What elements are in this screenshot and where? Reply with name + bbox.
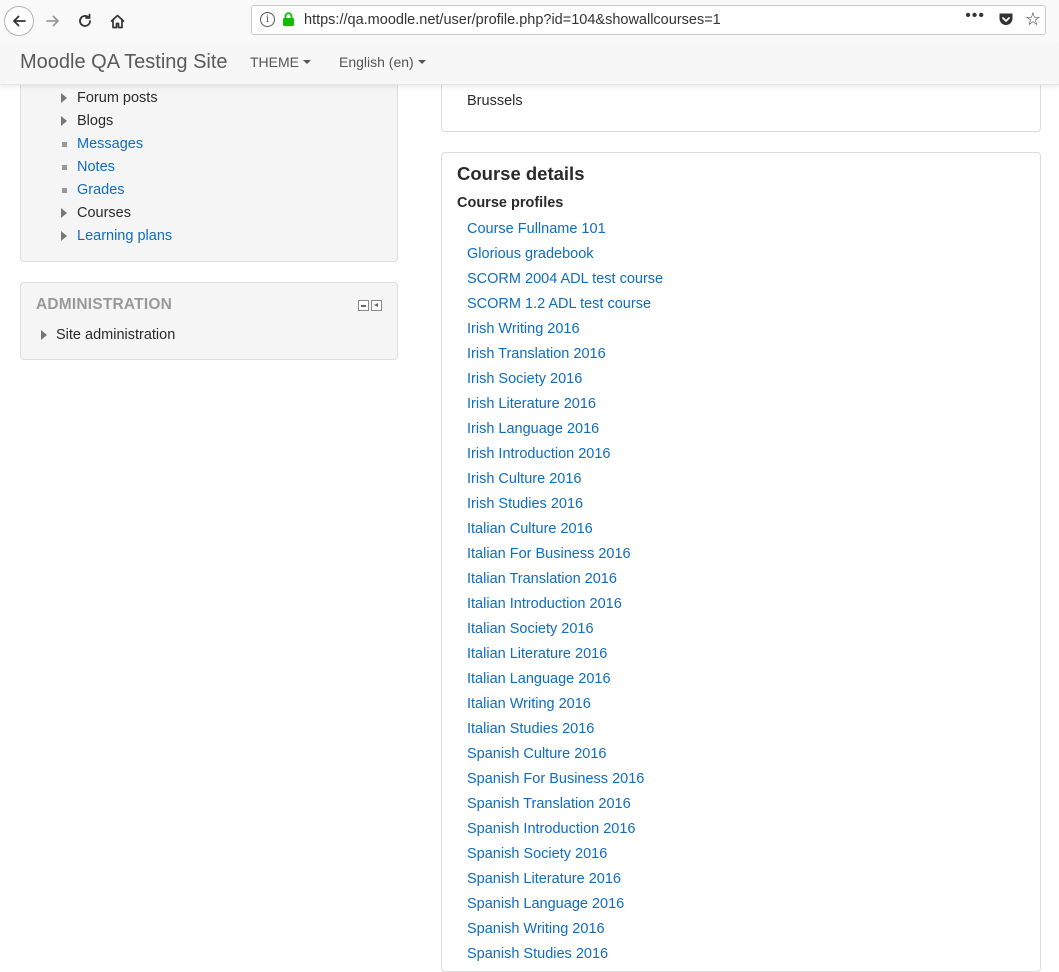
site-name-link[interactable]: Moodle QA Testing Site	[20, 51, 228, 74]
course-link[interactable]: SCORM 1.2 ADL test course	[467, 294, 663, 319]
course-link[interactable]: Spanish Literature 2016	[467, 869, 663, 894]
course-link[interactable]: Spanish For Business 2016	[467, 769, 663, 794]
caret-down-icon	[303, 59, 311, 64]
site-navbar: Moodle QA Testing Site THEME English (en…	[0, 42, 1059, 85]
pocket-icon[interactable]	[998, 12, 1014, 32]
administration-block: ADMINISTRATION Site administration	[20, 282, 398, 360]
caret-down-icon	[417, 59, 426, 64]
course-link[interactable]: Italian For Business 2016	[467, 544, 663, 569]
course-link[interactable]: Spanish Society 2016	[467, 844, 663, 869]
course-details-card: Course details Course profiles Course Fu…	[441, 152, 1041, 972]
nav-item-learning-plans[interactable]: Learning plans	[61, 226, 173, 246]
course-link[interactable]: SCORM 2004 ADL test course	[467, 269, 663, 294]
course-link[interactable]: Spanish Writing 2016	[467, 919, 663, 944]
nav-item-label: Learning plans	[77, 228, 173, 244]
course-link[interactable]: Italian Literature 2016	[467, 644, 663, 669]
course-link[interactable]: Irish Literature 2016	[467, 394, 663, 419]
reload-icon	[79, 13, 91, 27]
language-dropdown-label: English (en)	[339, 54, 414, 70]
expand-triangle-icon	[61, 208, 67, 218]
course-link[interactable]: Irish Society 2016	[467, 369, 663, 394]
home-icon	[109, 14, 125, 28]
nav-item-forum-posts[interactable]: Forum posts	[61, 88, 158, 108]
course-link[interactable]: Spanish Culture 2016	[467, 744, 663, 769]
language-dropdown[interactable]: English (en)	[339, 54, 426, 70]
site-administration-item[interactable]: Site administration	[41, 327, 175, 343]
back-button[interactable]	[4, 6, 34, 36]
course-link[interactable]: Italian Society 2016	[467, 619, 663, 644]
expand-triangle-icon	[61, 231, 67, 241]
course-link[interactable]: Irish Culture 2016	[467, 469, 663, 494]
nav-item-label: Courses	[77, 205, 131, 221]
course-details-title: Course details	[457, 163, 585, 184]
administration-title: ADMINISTRATION	[36, 296, 172, 313]
nav-item-label: Blogs	[77, 113, 114, 129]
reload-button[interactable]	[70, 6, 100, 36]
bullet-square-icon	[62, 141, 67, 147]
url-text[interactable]: https://qa.moodle.net/user/profile.php?i…	[304, 12, 721, 28]
course-link[interactable]: Irish Introduction 2016	[467, 444, 663, 469]
course-link[interactable]: Spanish Introduction 2016	[467, 819, 663, 844]
course-link[interactable]: Course Fullname 101	[467, 219, 663, 244]
theme-dropdown[interactable]: THEME	[250, 54, 311, 70]
site-administration-label: Site administration	[56, 327, 176, 343]
home-button[interactable]	[102, 6, 132, 36]
expand-triangle-icon	[41, 330, 47, 340]
course-link[interactable]: Italian Introduction 2016	[467, 594, 663, 619]
course-link[interactable]: Italian Culture 2016	[467, 519, 663, 544]
course-link[interactable]: Irish Writing 2016	[467, 319, 663, 344]
bullet-square-icon	[62, 187, 67, 193]
course-link[interactable]: Italian Writing 2016	[467, 694, 663, 719]
city-value: Brussels	[467, 93, 523, 109]
course-link[interactable]: Irish Language 2016	[467, 419, 663, 444]
collapse-block-icon[interactable]	[358, 300, 369, 311]
nav-item-label: Forum posts	[77, 90, 158, 106]
course-profiles-label: Course profiles	[457, 195, 564, 211]
course-link[interactable]: Irish Translation 2016	[467, 344, 663, 369]
course-link[interactable]: Spanish Translation 2016	[467, 794, 663, 819]
nav-item-label: Notes	[77, 159, 115, 175]
nav-item-courses[interactable]: Courses	[61, 203, 131, 223]
forward-button[interactable]	[38, 6, 68, 36]
expand-triangle-icon	[61, 93, 67, 103]
nav-item-blogs[interactable]: Blogs	[61, 111, 114, 131]
page-actions-menu-icon[interactable]: •••	[965, 7, 985, 25]
nav-item-messages[interactable]: Messages	[62, 134, 144, 154]
back-arrow-icon	[13, 15, 26, 27]
course-link[interactable]: Italian Language 2016	[467, 669, 663, 694]
course-link[interactable]: Irish Studies 2016	[467, 494, 663, 519]
course-list: Course Fullname 101 Glorious gradebook S…	[467, 219, 663, 969]
forward-arrow-icon	[46, 15, 59, 27]
nav-item-label: Grades	[77, 182, 125, 198]
nav-item-label: Messages	[77, 136, 144, 152]
bookmark-star-icon[interactable]: ☆	[1025, 9, 1041, 30]
dock-block-icon[interactable]	[371, 300, 382, 311]
block-controls	[358, 300, 382, 311]
info-icon[interactable]: i	[260, 12, 275, 27]
nav-item-grades[interactable]: Grades	[62, 180, 125, 200]
theme-dropdown-label: THEME	[250, 54, 299, 70]
bullet-square-icon	[62, 164, 67, 170]
course-link[interactable]: Italian Studies 2016	[467, 719, 663, 744]
address-bar[interactable]: i https://qa.moodle.net/user/profile.php…	[251, 5, 1046, 35]
browser-toolbar: i https://qa.moodle.net/user/profile.php…	[0, 0, 1059, 43]
nav-item-notes[interactable]: Notes	[62, 157, 115, 177]
course-link[interactable]: Glorious gradebook	[467, 244, 663, 269]
course-link[interactable]: Spanish Language 2016	[467, 894, 663, 919]
navigation-block: Forum posts Blogs Messages Notes Grades …	[20, 60, 398, 262]
course-link[interactable]: Spanish Studies 2016	[467, 944, 663, 969]
expand-triangle-icon	[61, 116, 67, 126]
lock-icon[interactable]	[282, 12, 295, 32]
course-link[interactable]: Italian Translation 2016	[467, 569, 663, 594]
